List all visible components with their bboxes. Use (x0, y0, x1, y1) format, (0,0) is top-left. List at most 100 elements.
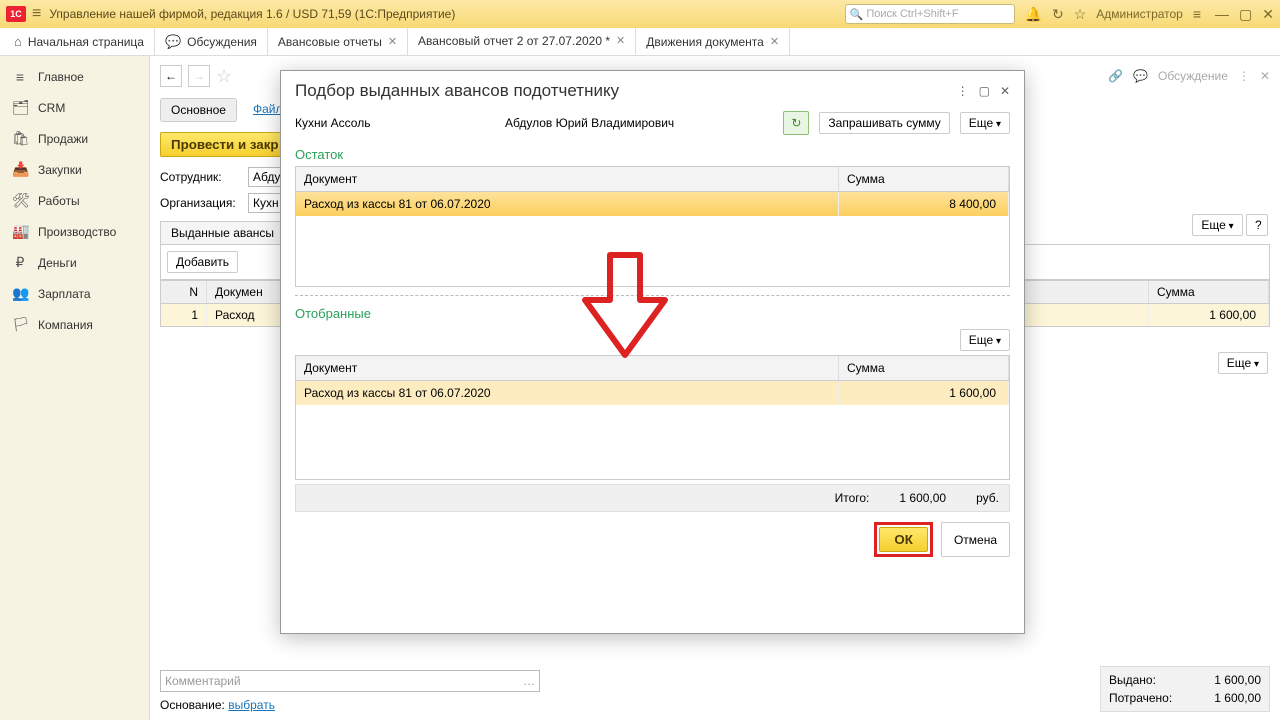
sidebar-item-company[interactable]: 🏳Компания (0, 309, 149, 340)
sidebar-item-works[interactable]: 🛠Работы (0, 185, 149, 216)
filter-icon[interactable]: ≡ (1193, 6, 1201, 22)
post-and-close-button[interactable]: Провести и закр (160, 132, 290, 157)
bell-icon[interactable]: 🔔 (1025, 6, 1042, 23)
close-icon[interactable]: ✕ (616, 34, 625, 47)
request-sum-button[interactable]: Запрашивать сумму (819, 112, 949, 134)
tab-label: Авансовые отчеты (278, 35, 382, 49)
home-icon: ⌂ (14, 34, 22, 49)
favorite-icon[interactable]: ☆ (216, 66, 232, 87)
total-row: Итого: 1 600,00 руб. (295, 484, 1010, 512)
th-doc: Документ (296, 167, 839, 191)
dialog-title: Подбор выданных авансов подотчетнику (295, 81, 619, 101)
forward-button[interactable]: → (188, 65, 210, 87)
basis-label: Основание: (160, 698, 225, 712)
arrow-annotation (580, 250, 670, 360)
cell-n: 1 (161, 304, 207, 326)
cancel-button[interactable]: Отмена (941, 522, 1010, 557)
cart-icon: 🛍 (12, 130, 28, 147)
chat-icon: 💬 (165, 34, 181, 50)
menu-icon[interactable]: ≡ (32, 5, 41, 23)
window-max-icon[interactable]: ▢ (1239, 6, 1252, 23)
remain-row[interactable]: Расход из кассы 81 от 06.07.2020 8 400,0… (296, 192, 1009, 216)
history-icon[interactable]: ↻ (1052, 6, 1064, 23)
files-link[interactable]: Файл (253, 98, 283, 122)
sidebar-item-label: CRM (38, 101, 65, 115)
box-icon: 📥 (12, 161, 28, 178)
search-icon: 🔍 (850, 8, 864, 21)
dialog-max-icon[interactable]: ▢ (979, 84, 990, 98)
main-tab-link[interactable]: Основное (160, 98, 237, 122)
dialog-company: Кухни Ассоль (295, 116, 495, 130)
more-button[interactable]: Еще (1218, 352, 1268, 374)
back-button[interactable]: ← (160, 65, 182, 87)
sidebar-item-purchases[interactable]: 📥 Закупки (0, 154, 149, 185)
cell-sum: 1 600,00 (1149, 304, 1269, 326)
link-icon[interactable]: 🔗 (1108, 69, 1123, 83)
global-search[interactable]: 🔍 Поиск Ctrl+Shift+F (845, 4, 1015, 24)
sidebar-item-label: Деньги (38, 256, 77, 270)
sidebar-item-crm[interactable]: 🗂CRM (0, 92, 149, 123)
th-sum: Сумма (839, 356, 1009, 380)
subtab-advances[interactable]: Выданные авансы (161, 222, 285, 244)
sidebar-item-salary[interactable]: 👥Зарплата (0, 278, 149, 309)
sidebar-item-sales[interactable]: 🛍 Продажи (0, 123, 149, 154)
sidebar-item-label: Компания (38, 318, 93, 332)
window-close-icon[interactable]: ✕ (1262, 6, 1274, 23)
cell-doc: Расход из кассы 81 от 06.07.2020 (296, 192, 839, 216)
app-title: Управление нашей фирмой, редакция 1.6 / … (49, 7, 455, 21)
footer: Комментарий … Основание: выбрать Выдано:… (160, 670, 1270, 712)
sidebar-item-production[interactable]: 🏭Производство (0, 216, 149, 247)
close-icon[interactable]: ✕ (1260, 69, 1270, 83)
search-placeholder: Поиск Ctrl+Shift+F (866, 8, 958, 20)
tab-home[interactable]: ⌂ Начальная страница (4, 28, 155, 55)
ellipsis-icon[interactable]: … (523, 674, 535, 688)
star-icon[interactable]: ☆ (1074, 6, 1087, 23)
more-button[interactable]: Еще (1192, 214, 1242, 236)
window-min-icon[interactable]: — (1215, 6, 1229, 23)
section-remain-title: Остаток (281, 145, 1024, 166)
more-icon[interactable]: ⋮ (1238, 69, 1250, 83)
tab-discussions[interactable]: 💬 Обсуждения (155, 28, 268, 55)
tab-label: Движения документа (646, 35, 764, 49)
basis-link[interactable]: выбрать (228, 694, 275, 712)
selected-row[interactable]: Расход из кассы 81 от 06.07.2020 1 600,0… (296, 381, 1009, 405)
dialog-person: Абдулов Юрий Владимирович (505, 116, 773, 130)
app-logo: 1C (6, 6, 26, 22)
ok-button[interactable]: ОК (879, 527, 928, 552)
th-sum: Сумма (1149, 281, 1269, 303)
dialog-close-icon[interactable]: ✕ (1000, 84, 1010, 98)
sidebar-item-label: Закупки (38, 163, 82, 177)
discuss-link[interactable]: Обсуждение (1158, 69, 1228, 83)
tabbar: ⌂ Начальная страница 💬 Обсуждения Авансо… (0, 28, 1280, 56)
th-sum: Сумма (839, 167, 1009, 191)
add-button[interactable]: Добавить (167, 251, 238, 273)
list-icon: ≡ (12, 69, 28, 85)
sidebar-item-label: Продажи (38, 132, 88, 146)
sidebar-item-main[interactable]: ≡ Главное (0, 62, 149, 92)
tab-advance-report[interactable]: Авансовый отчет 2 от 27.07.2020 * ✕ (408, 28, 636, 55)
user-label[interactable]: Администратор (1096, 7, 1183, 21)
total-currency: руб. (976, 491, 999, 505)
sidebar-item-label: Главное (38, 70, 84, 84)
sidebar: ≡Главное 🗂CRM 🛍Продажи 📥Закупки 🛠Работы … (0, 56, 150, 720)
issued-label: Выдано: (1109, 673, 1156, 687)
tools-icon: 🛠 (12, 192, 28, 209)
close-icon[interactable]: ✕ (770, 35, 779, 48)
tab-label: Начальная страница (28, 35, 144, 49)
spent-value: 1 600,00 (1214, 691, 1261, 705)
chat-icon[interactable]: 💬 (1133, 69, 1148, 83)
comment-field[interactable]: Комментарий … (160, 670, 540, 692)
help-button[interactable]: ? (1246, 214, 1268, 236)
employee-label: Сотрудник: (160, 170, 242, 184)
tab-document-movements[interactable]: Движения документа ✕ (636, 28, 790, 55)
sidebar-item-money[interactable]: ₽ Деньги (0, 247, 149, 278)
close-icon[interactable]: ✕ (388, 35, 397, 48)
ruble-icon: ₽ (12, 254, 28, 271)
selected-more-button[interactable]: Еще (960, 329, 1010, 351)
dialog-more-button[interactable]: Еще (960, 112, 1010, 134)
tab-advances-list[interactable]: Авансовые отчеты ✕ (268, 28, 408, 55)
cell-sum: 1 600,00 (839, 381, 1009, 405)
refresh-button[interactable]: ↻ (783, 111, 809, 135)
sidebar-item-label: Зарплата (38, 287, 91, 301)
dialog-more-icon[interactable]: ⋮ (957, 84, 969, 98)
